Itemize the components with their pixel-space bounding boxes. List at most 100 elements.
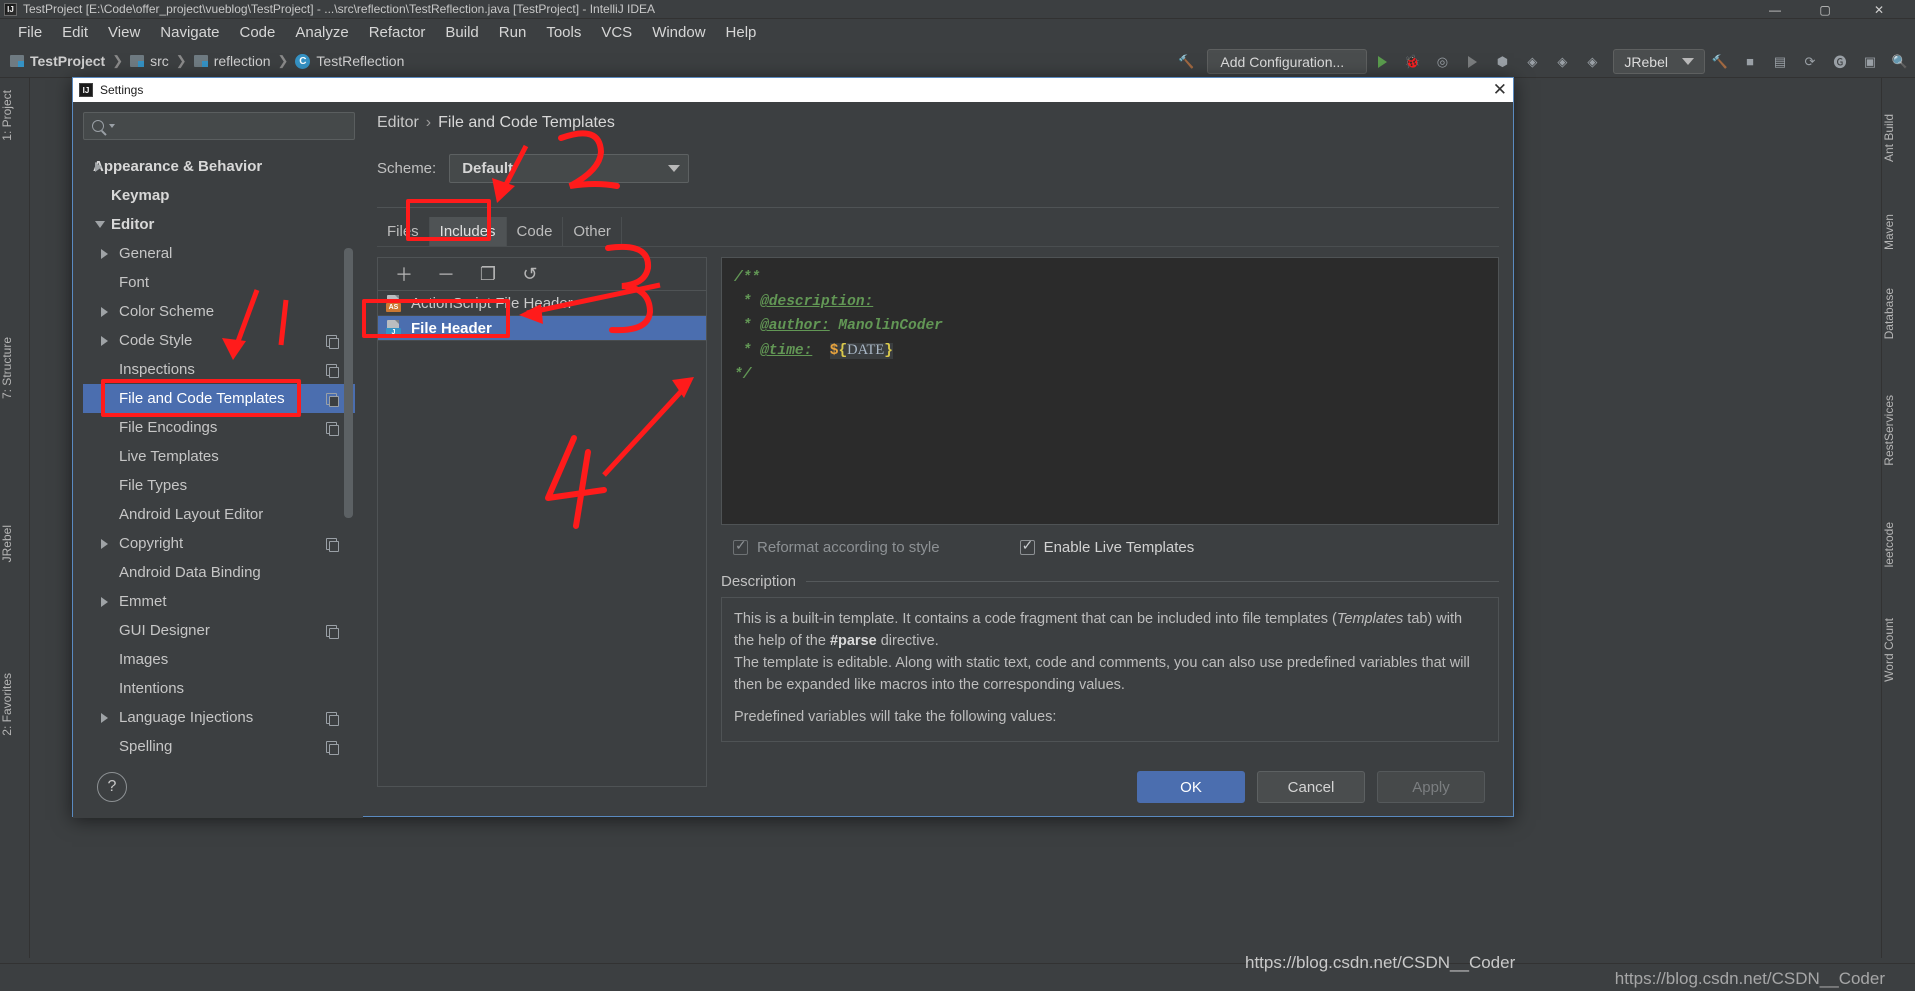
window-maximize-button[interactable]: ▢ [1805,0,1845,19]
breadcrumb-testreflection[interactable]: C TestReflection [295,53,404,69]
run-icon[interactable] [1367,47,1397,77]
tree-item-keymap[interactable]: Keymap [83,181,355,210]
description-text: This is a built-in template. It contains… [734,611,1337,627]
hammer-build-icon[interactable]: 🔨 [1171,47,1201,77]
stop-icon[interactable]: ■ [1735,47,1765,77]
translate-icon[interactable]: 🅖 [1825,47,1855,77]
tree-item-spelling[interactable]: Spelling [83,732,355,761]
update-project-icon[interactable]: ⟳ [1795,47,1825,77]
author-value: ManolinCoder [829,318,943,334]
remove-icon[interactable]: － [436,264,456,285]
profile-icon-2[interactable]: ◈ [1547,47,1577,77]
apply-button[interactable]: Apply [1377,771,1485,803]
run-jrebel-icon[interactable] [1457,47,1487,77]
settings-tree-scrollbar[interactable] [344,248,353,518]
description-paragraph-1: This is a built-in template. It contains… [734,608,1486,652]
ide-title-bar: IJ TestProject [E:\Code\offer_project\vu… [0,0,1915,19]
debug-icon[interactable]: 🐞 [1397,47,1427,77]
tree-item-images[interactable]: Images [83,645,355,674]
chevron-right-icon [101,335,108,346]
tool-window-leetcode[interactable]: leetcode [1882,514,1896,575]
jrebel-dropdown[interactable]: JRebel [1613,49,1705,74]
window-minimize-button[interactable]: — [1755,0,1795,19]
ok-button[interactable]: OK [1137,771,1245,803]
settings-search-input[interactable] [83,112,355,140]
run-coverage-icon[interactable]: ◎ [1427,47,1457,77]
variable-brace-close: } [884,343,893,359]
intellij-idea-logo-icon: IJ [4,2,17,16]
menu-tools[interactable]: Tools [536,22,591,43]
breadcrumb-reflection[interactable]: reflection ❯ [193,53,296,69]
menu-build[interactable]: Build [435,22,488,43]
tree-item-editor[interactable]: Editor [83,210,355,239]
tool-window-database[interactable]: Database [1882,280,1896,347]
description-paragraph-3: Predefined variables will take the follo… [734,709,1057,725]
settings-sidebar: Appearance & Behavior Keymap Editor Gene… [73,102,363,818]
menu-refactor[interactable]: Refactor [359,22,436,43]
menu-analyze[interactable]: Analyze [285,22,358,43]
profile-icon-1[interactable]: ◈ [1517,47,1547,77]
profile-icon-3[interactable]: ◈ [1577,47,1607,77]
checkbox-reformat-according-to-style[interactable]: Reformat according to style [733,537,940,556]
menu-file[interactable]: File [8,22,52,43]
tree-item-language-injections[interactable]: Language Injections [83,703,355,732]
tree-item-code-style[interactable]: Code Style [83,326,355,355]
copy-icon[interactable]: ❐ [478,264,498,284]
tree-item-appearance-behavior[interactable]: Appearance & Behavior [83,152,355,181]
tree-item-label: GUI Designer [119,622,210,639]
tree-item-android-data-binding[interactable]: Android Data Binding [83,558,355,587]
window-close-button[interactable]: ✕ [1859,0,1899,19]
copy-icon [326,363,339,378]
layout-icon[interactable]: ▤ [1765,47,1795,77]
tree-item-color-scheme[interactable]: Color Scheme [83,297,355,326]
tree-item-file-types[interactable]: File Types [83,471,355,500]
scheme-dropdown[interactable]: Default [449,154,690,183]
template-code-editor[interactable]: /** * @description: * @author: ManolinCo… [721,257,1499,525]
menu-window[interactable]: Window [642,22,715,43]
tool-window-favorites[interactable]: 2: Favorites [0,665,14,744]
tool-window-jrebel[interactable]: JRebel [0,517,14,570]
help-button[interactable]: ? [97,772,127,802]
tab-other[interactable]: Other [563,217,622,246]
menu-navigate[interactable]: Navigate [150,22,229,43]
breadcrumb-project[interactable]: TestProject ❯ [10,53,130,69]
tree-item-gui-designer[interactable]: GUI Designer [83,616,355,645]
settings-tree: Appearance & Behavior Keymap Editor Gene… [83,152,355,797]
search-everywhere-icon[interactable]: 🔍 [1885,47,1915,77]
menu-run[interactable]: Run [489,22,537,43]
settings-dialog-footer: ? OK Cancel Apply [73,758,1513,816]
cancel-button[interactable]: Cancel [1257,771,1365,803]
tool-window-word-count[interactable]: Word Count [1882,610,1896,690]
tool-window-maven[interactable]: Maven [1882,206,1896,258]
debug-jrebel-icon[interactable]: ⬢ [1487,47,1517,77]
tool-window-ant-build[interactable]: Ant Build [1882,106,1896,170]
tool-window-restservices[interactable]: RestServices [1882,387,1896,474]
breadcrumb-src[interactable]: src ❯ [130,53,194,69]
panel-icon[interactable]: ▣ [1855,47,1885,77]
hammer-icon-2[interactable]: 🔨 [1705,47,1735,77]
menu-help[interactable]: Help [716,22,767,43]
tree-item-file-encodings[interactable]: File Encodings [83,413,355,442]
menu-edit[interactable]: Edit [52,22,98,43]
checkbox-enable-live-templates[interactable]: Enable Live Templates [1019,537,1194,556]
tree-item-emmet[interactable]: Emmet [83,587,355,616]
reset-icon[interactable]: ↺ [520,264,540,284]
chevron-right-icon [101,248,108,259]
javadoc-tag-description: @description: [760,294,874,310]
tool-window-structure[interactable]: 7: Structure [0,329,14,407]
tree-item-general[interactable]: General [83,239,355,268]
menu-vcs[interactable]: VCS [591,22,642,43]
tree-item-live-templates[interactable]: Live Templates [83,442,355,471]
add-icon[interactable]: ＋ [394,264,414,285]
menu-code[interactable]: Code [229,22,285,43]
tree-item-android-layout-editor[interactable]: Android Layout Editor [83,500,355,529]
tree-item-label: Live Templates [119,448,219,465]
add-configuration-button[interactable]: Add Configuration... [1207,49,1368,74]
tree-item-copyright[interactable]: Copyright [83,529,355,558]
tree-item-intentions[interactable]: Intentions [83,674,355,703]
close-icon[interactable]: ✕ [1493,80,1507,100]
tab-code[interactable]: Code [507,217,564,246]
tool-window-project[interactable]: 1: Project [0,82,14,149]
menu-view[interactable]: View [98,22,150,43]
tree-item-font[interactable]: Font [83,268,355,297]
